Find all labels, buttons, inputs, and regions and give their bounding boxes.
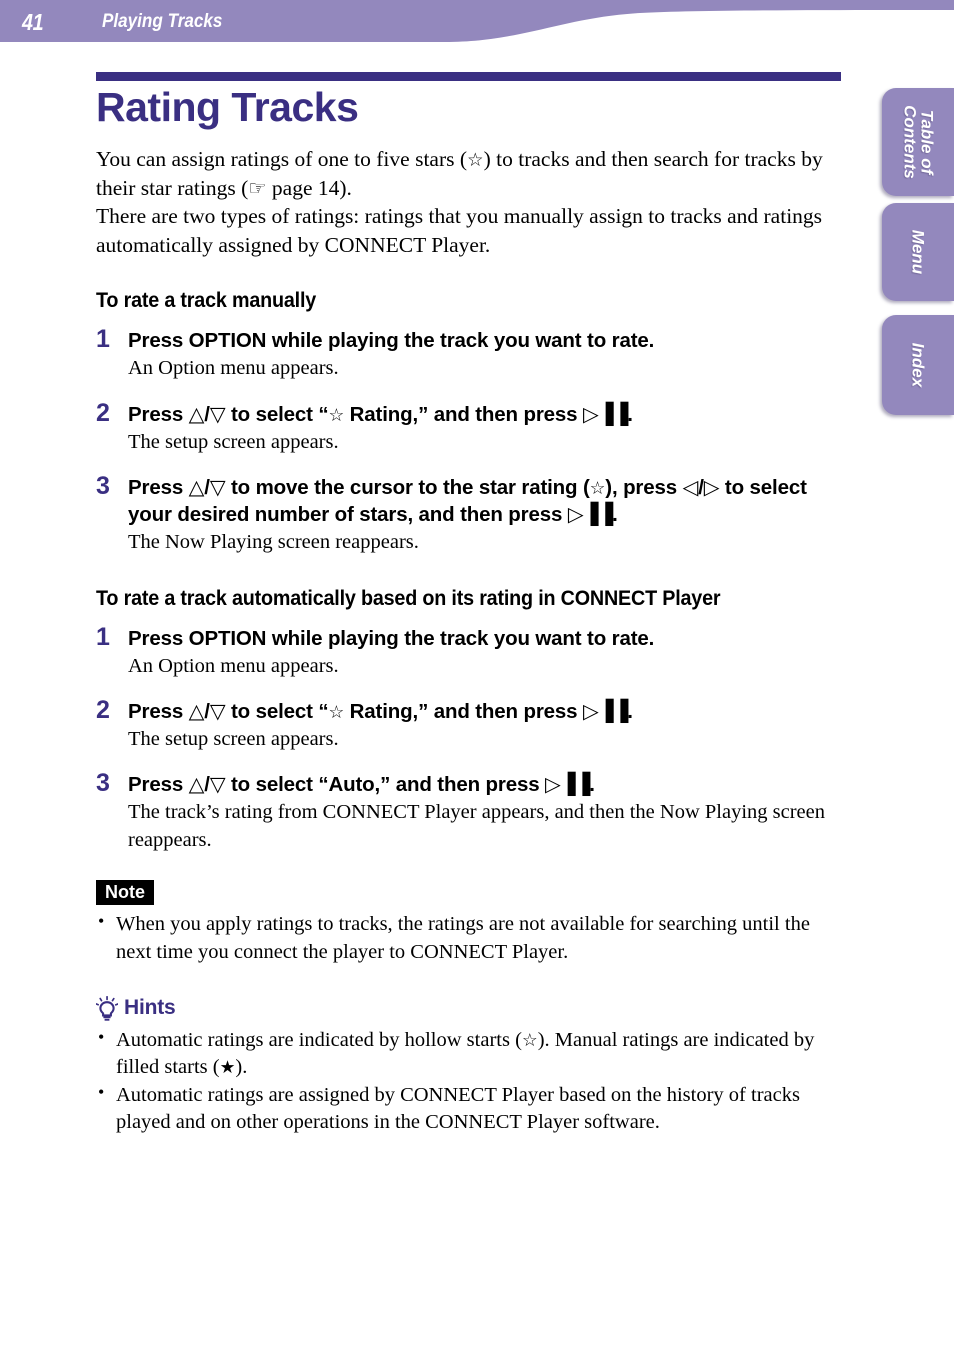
note-block: Note • When you apply ratings to tracks, … [96, 879, 844, 966]
star-icon: ☆ [521, 1030, 538, 1051]
bullet-icon: • [98, 1081, 105, 1102]
star-icon: ☆ [328, 702, 345, 723]
page-content: Rating Tracks You can assign ratings of … [96, 72, 844, 1137]
step-number: 2 [96, 695, 110, 724]
sidebar-tab-label: Index [908, 342, 928, 388]
section-heading: To rate a track automatically based on i… [96, 586, 721, 610]
hint-item: • Automatic ratings are indicated by hol… [98, 1026, 815, 1078]
step-instruction: Press OPTION while playing the track you… [128, 626, 655, 650]
star-icon: ☆ [589, 479, 606, 500]
hints-heading: Hints [96, 995, 844, 1021]
direction-arrow-icon: △ [188, 698, 205, 723]
play-pause-icon: ▷▐▐ [567, 502, 613, 527]
hints-title: Hints [124, 996, 176, 1020]
step-number: 3 [96, 769, 110, 798]
step-number: 2 [96, 398, 110, 427]
step-instruction: Press △/▽ to select “Auto,” and then pre… [128, 772, 595, 797]
lightbulb-icon [96, 995, 118, 1021]
instruction-step: 3 Press △/▽ to move the cursor to the sta… [96, 472, 844, 557]
sidebar-tab-label: Menu [908, 229, 928, 275]
play-pause-icon: ▷▐▐ [545, 772, 590, 797]
page-number: 41 [22, 9, 44, 35]
star-icon: ☆ [328, 405, 345, 426]
direction-arrow-icon: ▷ [703, 475, 720, 500]
step-result: The setup screen appears. [128, 430, 339, 453]
step-instruction: Press △/▽ to move the cursor to the star… [128, 475, 807, 527]
step-result: The Now Playing screen reappears. [128, 531, 419, 554]
direction-arrow-icon: △ [188, 401, 205, 426]
page-title: Rating Tracks [96, 84, 359, 130]
pointing-hand-icon: ☞ [248, 175, 267, 200]
instruction-step: 2 Press △/▽ to select “☆ Rating,” and the… [96, 398, 844, 457]
direction-arrow-icon: ◁ [682, 475, 699, 500]
direction-arrow-icon: ▽ [209, 698, 226, 723]
step-instruction: Press △/▽ to select “☆ Rating,” and then… [128, 698, 633, 723]
page-header: 41 Playing Tracks [0, 0, 954, 48]
step-number: 1 [96, 622, 110, 651]
sidebar-tab-menu[interactable]: Menu [882, 203, 954, 301]
step-instruction: Press △/▽ to select “☆ Rating,” and then… [128, 401, 633, 426]
direction-arrow-icon: ▽ [209, 401, 226, 426]
intro-paragraph: There are two types of ratings: ratings … [96, 204, 823, 257]
hint-item: • Automatic ratings are assigned by CONNE… [98, 1081, 800, 1133]
bullet-icon: • [98, 911, 105, 932]
step-number: 3 [96, 472, 110, 501]
step-instruction: Press OPTION while playing the track you… [128, 329, 655, 353]
play-pause-icon: ▷▐▐ [582, 698, 628, 723]
hints-list: • Automatic ratings are indicated by hol… [96, 1027, 844, 1136]
note-list: • When you apply ratings to tracks, the r… [96, 911, 844, 965]
sidebar-tab-index[interactable]: Index [882, 315, 954, 415]
instruction-sections: To rate a track manually 1 Press OPTION wh… [96, 289, 844, 854]
direction-arrow-icon: △ [188, 772, 205, 797]
title-rule [96, 72, 841, 81]
direction-arrow-icon: ▽ [209, 772, 226, 797]
play-pause-icon: ▷▐▐ [582, 401, 628, 426]
header-section-title: Playing Tracks [102, 11, 223, 32]
step-result: An Option menu appears. [128, 654, 339, 677]
instruction-step: 1 Press OPTION while playing the track yo… [96, 622, 844, 680]
instruction-step: 3 Press △/▽ to select “Auto,” and then pr… [96, 769, 844, 854]
step-number: 1 [96, 325, 110, 354]
sidebar-tab-label: Table of Contents [900, 105, 937, 179]
direction-arrow-icon: △ [188, 475, 205, 500]
sidebar-tab-table-of-contents[interactable]: Table of Contents [882, 88, 954, 196]
intro-paragraph: You can assign ratings of one to five st… [96, 146, 823, 200]
note-badge: Note [96, 879, 154, 906]
hints-block: Hints • Automatic ratings are indicated … [96, 995, 844, 1136]
bullet-icon: • [98, 1026, 105, 1047]
instruction-step: 1 Press OPTION while playing the track yo… [96, 325, 844, 382]
star-icon: ☆ [467, 149, 484, 171]
step-result: The setup screen appears. [128, 728, 339, 751]
section-heading: To rate a track manually [96, 289, 317, 313]
step-result: An Option menu appears. [128, 357, 339, 380]
star-icon: ★ [219, 1057, 236, 1078]
direction-arrow-icon: ▽ [209, 475, 226, 500]
note-item: • When you apply ratings to tracks, the r… [98, 911, 810, 963]
step-result: The track’s rating from CONNECT Player a… [128, 801, 825, 851]
instruction-step: 2 Press △/▽ to select “☆ Rating,” and the… [96, 695, 844, 754]
